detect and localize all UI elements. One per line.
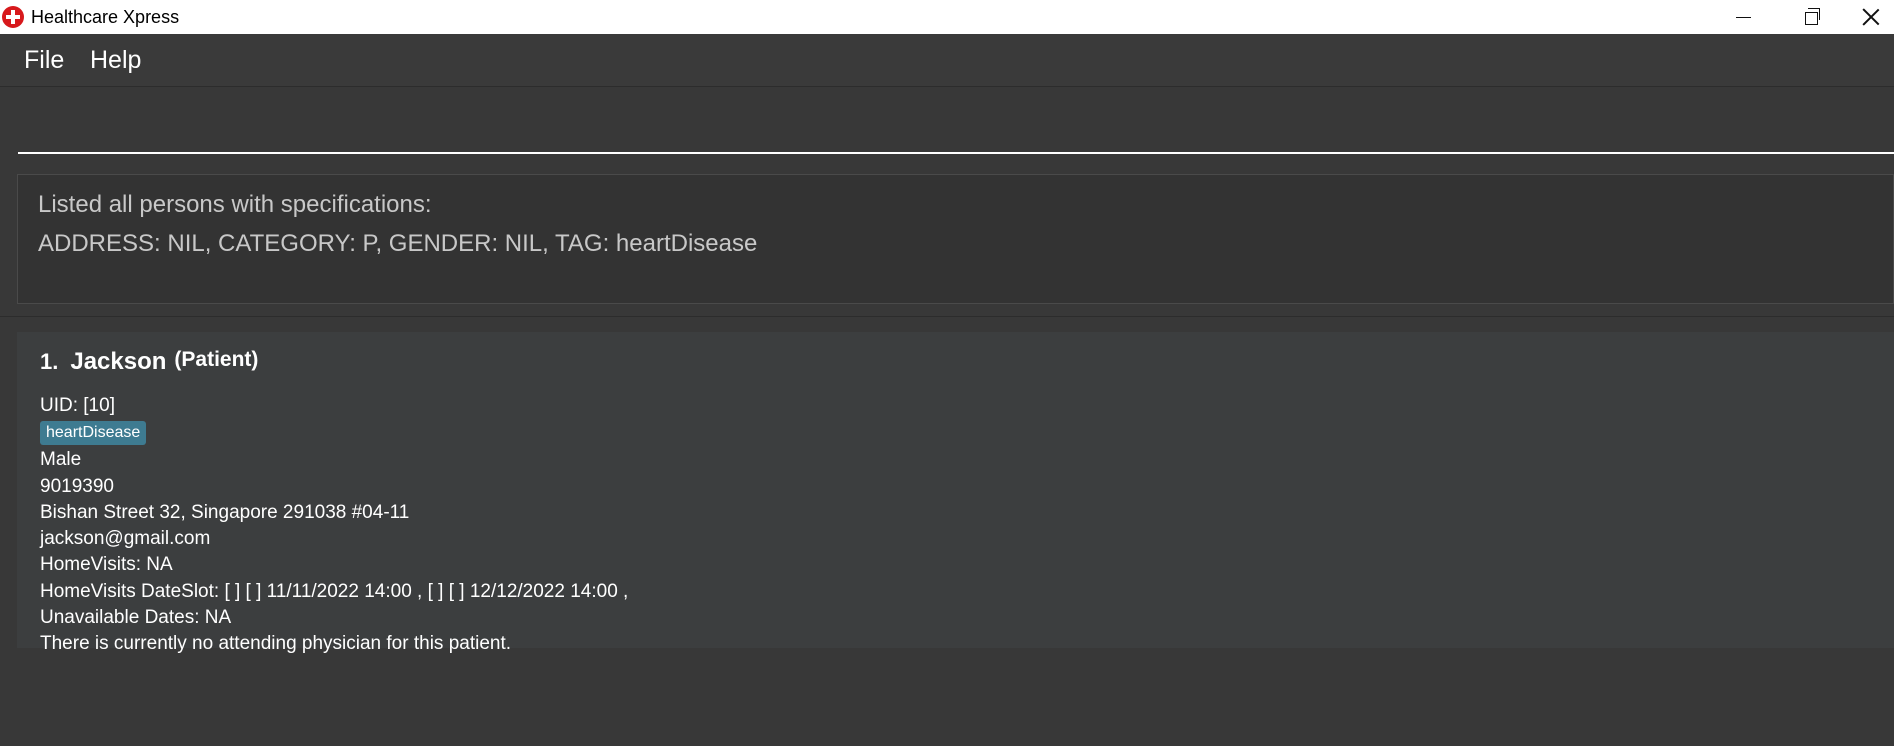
person-home-visits: HomeVisits: NA bbox=[40, 554, 173, 576]
person-list[interactable]: 1. Jackson (Patient) UID: [10] heartDiseas… bbox=[0, 316, 1894, 746]
command-input[interactable] bbox=[18, 98, 1894, 154]
result-message-line: Listed all persons with specifications: bbox=[38, 191, 432, 218]
result-display: Listed all persons with specifications: … bbox=[17, 174, 1894, 304]
person-card-header: 1. Jackson (Patient) bbox=[40, 348, 258, 376]
person-card[interactable]: 1. Jackson (Patient) UID: [10] heartDiseas… bbox=[17, 332, 1894, 654]
person-index: 1. bbox=[40, 349, 59, 374]
person-tags: heartDisease bbox=[40, 419, 628, 447]
person-physician: There is currently no attending physicia… bbox=[40, 633, 512, 655]
restore-button[interactable] bbox=[1778, 0, 1848, 34]
minimize-button[interactable] bbox=[1708, 0, 1778, 34]
result-specifications-line: ADDRESS: NIL, CATEGORY: P, GENDER: NIL, … bbox=[38, 230, 758, 257]
close-icon bbox=[1862, 8, 1880, 26]
person-email: jackson@gmail.com bbox=[40, 528, 211, 550]
person-address: Bishan Street 32, Singapore 291038 #04-1… bbox=[40, 501, 410, 523]
menu-bar: File Help bbox=[0, 34, 1894, 87]
restore-icon bbox=[1805, 8, 1820, 25]
minimize-icon bbox=[1735, 16, 1751, 18]
command-box bbox=[0, 88, 1894, 164]
tag-badge: heartDisease bbox=[40, 421, 147, 446]
person-uid: UID: [10] bbox=[40, 395, 115, 416]
close-button[interactable] bbox=[1848, 0, 1894, 34]
title-bar: Healthcare Xpress bbox=[0, 0, 1894, 34]
window-title: Healthcare Xpress bbox=[31, 7, 180, 27]
person-date-slot: HomeVisits DateSlot: [ ] [ ] 11/11/2022 … bbox=[40, 580, 629, 602]
person-details: UID: [10] heartDisease Male 9019390 Bish… bbox=[40, 393, 628, 658]
person-name: Jackson bbox=[70, 348, 167, 375]
person-unavailable-dates: Unavailable Dates: NA bbox=[40, 607, 232, 629]
person-phone: 9019390 bbox=[40, 475, 114, 497]
menu-file[interactable]: File bbox=[24, 46, 64, 75]
menu-help[interactable]: Help bbox=[90, 46, 141, 75]
person-category: (Patient) bbox=[174, 348, 259, 371]
person-gender: Male bbox=[40, 449, 82, 471]
red-cross-icon bbox=[2, 6, 24, 28]
